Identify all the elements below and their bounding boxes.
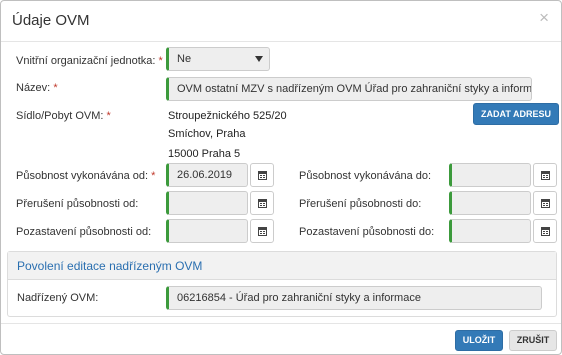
required-mark: * — [53, 82, 58, 94]
zrusit-button[interactable]: ZRUŠIT — [509, 330, 557, 351]
calendar-icon — [541, 171, 550, 180]
pusobnost-do-label: Působnost vykonávána do: — [299, 170, 432, 182]
preruseni-od-label: Přerušení působnosti od: — [16, 198, 139, 210]
required-mark: * — [151, 170, 156, 182]
sidlo-label-text: Sídlo/Pobyt OVM: — [16, 110, 104, 122]
address-line: Stroupežnického 525/20 — [168, 110, 287, 122]
modal-header: Údaje OVM × — [1, 1, 561, 42]
pozastaveni-od-calendar-button[interactable] — [250, 219, 274, 243]
calendar-icon — [541, 227, 550, 236]
sidlo-label: Sídlo/Pobyt OVM: * — [16, 110, 111, 122]
zadat-adresu-button[interactable]: ZADAT ADRESU — [473, 103, 559, 125]
pusobnost-od-label-text: Působnost vykonávána od: — [16, 170, 149, 182]
nadrizeny-label: Nadřízený OVM: — [17, 292, 99, 304]
vnitrni-select[interactable]: Ne — [166, 47, 270, 71]
preruseni-do-label: Přerušení působnosti do: — [299, 198, 422, 210]
address-line: 15000 Praha 5 — [168, 148, 241, 160]
panel-header: Povolení editace nadřízeným OVM — [8, 252, 556, 280]
modal-dialog: Údaje OVM × Vnitřní organizační jednotka… — [0, 0, 562, 355]
pozastaveni-od-label: Pozastavení působnosti od: — [16, 226, 152, 238]
pozastaveni-do-label: Pozastavení působnosti do: — [299, 226, 435, 238]
nazev-label: Název: * — [16, 82, 58, 94]
pusobnost-od-label: Působnost vykonávána od: * — [16, 170, 155, 182]
panel-title: Povolení editace nadřízeným OVM — [17, 259, 203, 273]
required-mark: * — [158, 55, 163, 67]
preruseni-od-calendar-button[interactable] — [250, 191, 274, 215]
calendar-icon — [541, 199, 550, 208]
pusobnost-od-calendar-button[interactable] — [250, 163, 274, 187]
close-icon[interactable]: × — [539, 9, 549, 26]
vnitrni-select-value: Ne — [177, 53, 192, 65]
preruseni-od-field[interactable] — [166, 191, 248, 215]
calendar-icon — [258, 199, 267, 208]
calendar-icon — [258, 227, 267, 236]
modal-footer: ULOŽIT ZRUŠIT — [1, 323, 561, 355]
pozastaveni-od-field[interactable] — [166, 219, 248, 243]
chevron-down-icon — [255, 56, 263, 62]
preruseni-do-calendar-button[interactable] — [533, 191, 557, 215]
preruseni-do-field[interactable] — [449, 191, 531, 215]
modal-title: Údaje OVM — [12, 12, 90, 29]
pozastaveni-do-calendar-button[interactable] — [533, 219, 557, 243]
pozastaveni-do-field[interactable] — [449, 219, 531, 243]
vnitrni-label: Vnitřní organizační jednotka: * — [16, 55, 163, 67]
nadrizeny-field[interactable]: 06216854 - Úřad pro zahraniční styky a i… — [166, 286, 542, 310]
povoleni-editace-panel: Povolení editace nadřízeným OVM Nadřízen… — [7, 251, 557, 317]
pusobnost-do-field[interactable] — [449, 163, 531, 187]
pusobnost-do-calendar-button[interactable] — [533, 163, 557, 187]
address-line: Smíchov, Praha — [168, 128, 246, 140]
nazev-field[interactable]: OVM ostatní MZV s nadřízeným OVM Úřad pr… — [166, 77, 532, 101]
vnitrni-label-text: Vnitřní organizační jednotka: — [16, 55, 156, 67]
required-mark: * — [106, 110, 111, 122]
calendar-icon — [258, 171, 267, 180]
ulozit-button[interactable]: ULOŽIT — [455, 330, 503, 351]
nazev-label-text: Název: — [16, 82, 51, 94]
pusobnost-od-field[interactable]: 26.06.2019 — [166, 163, 248, 187]
